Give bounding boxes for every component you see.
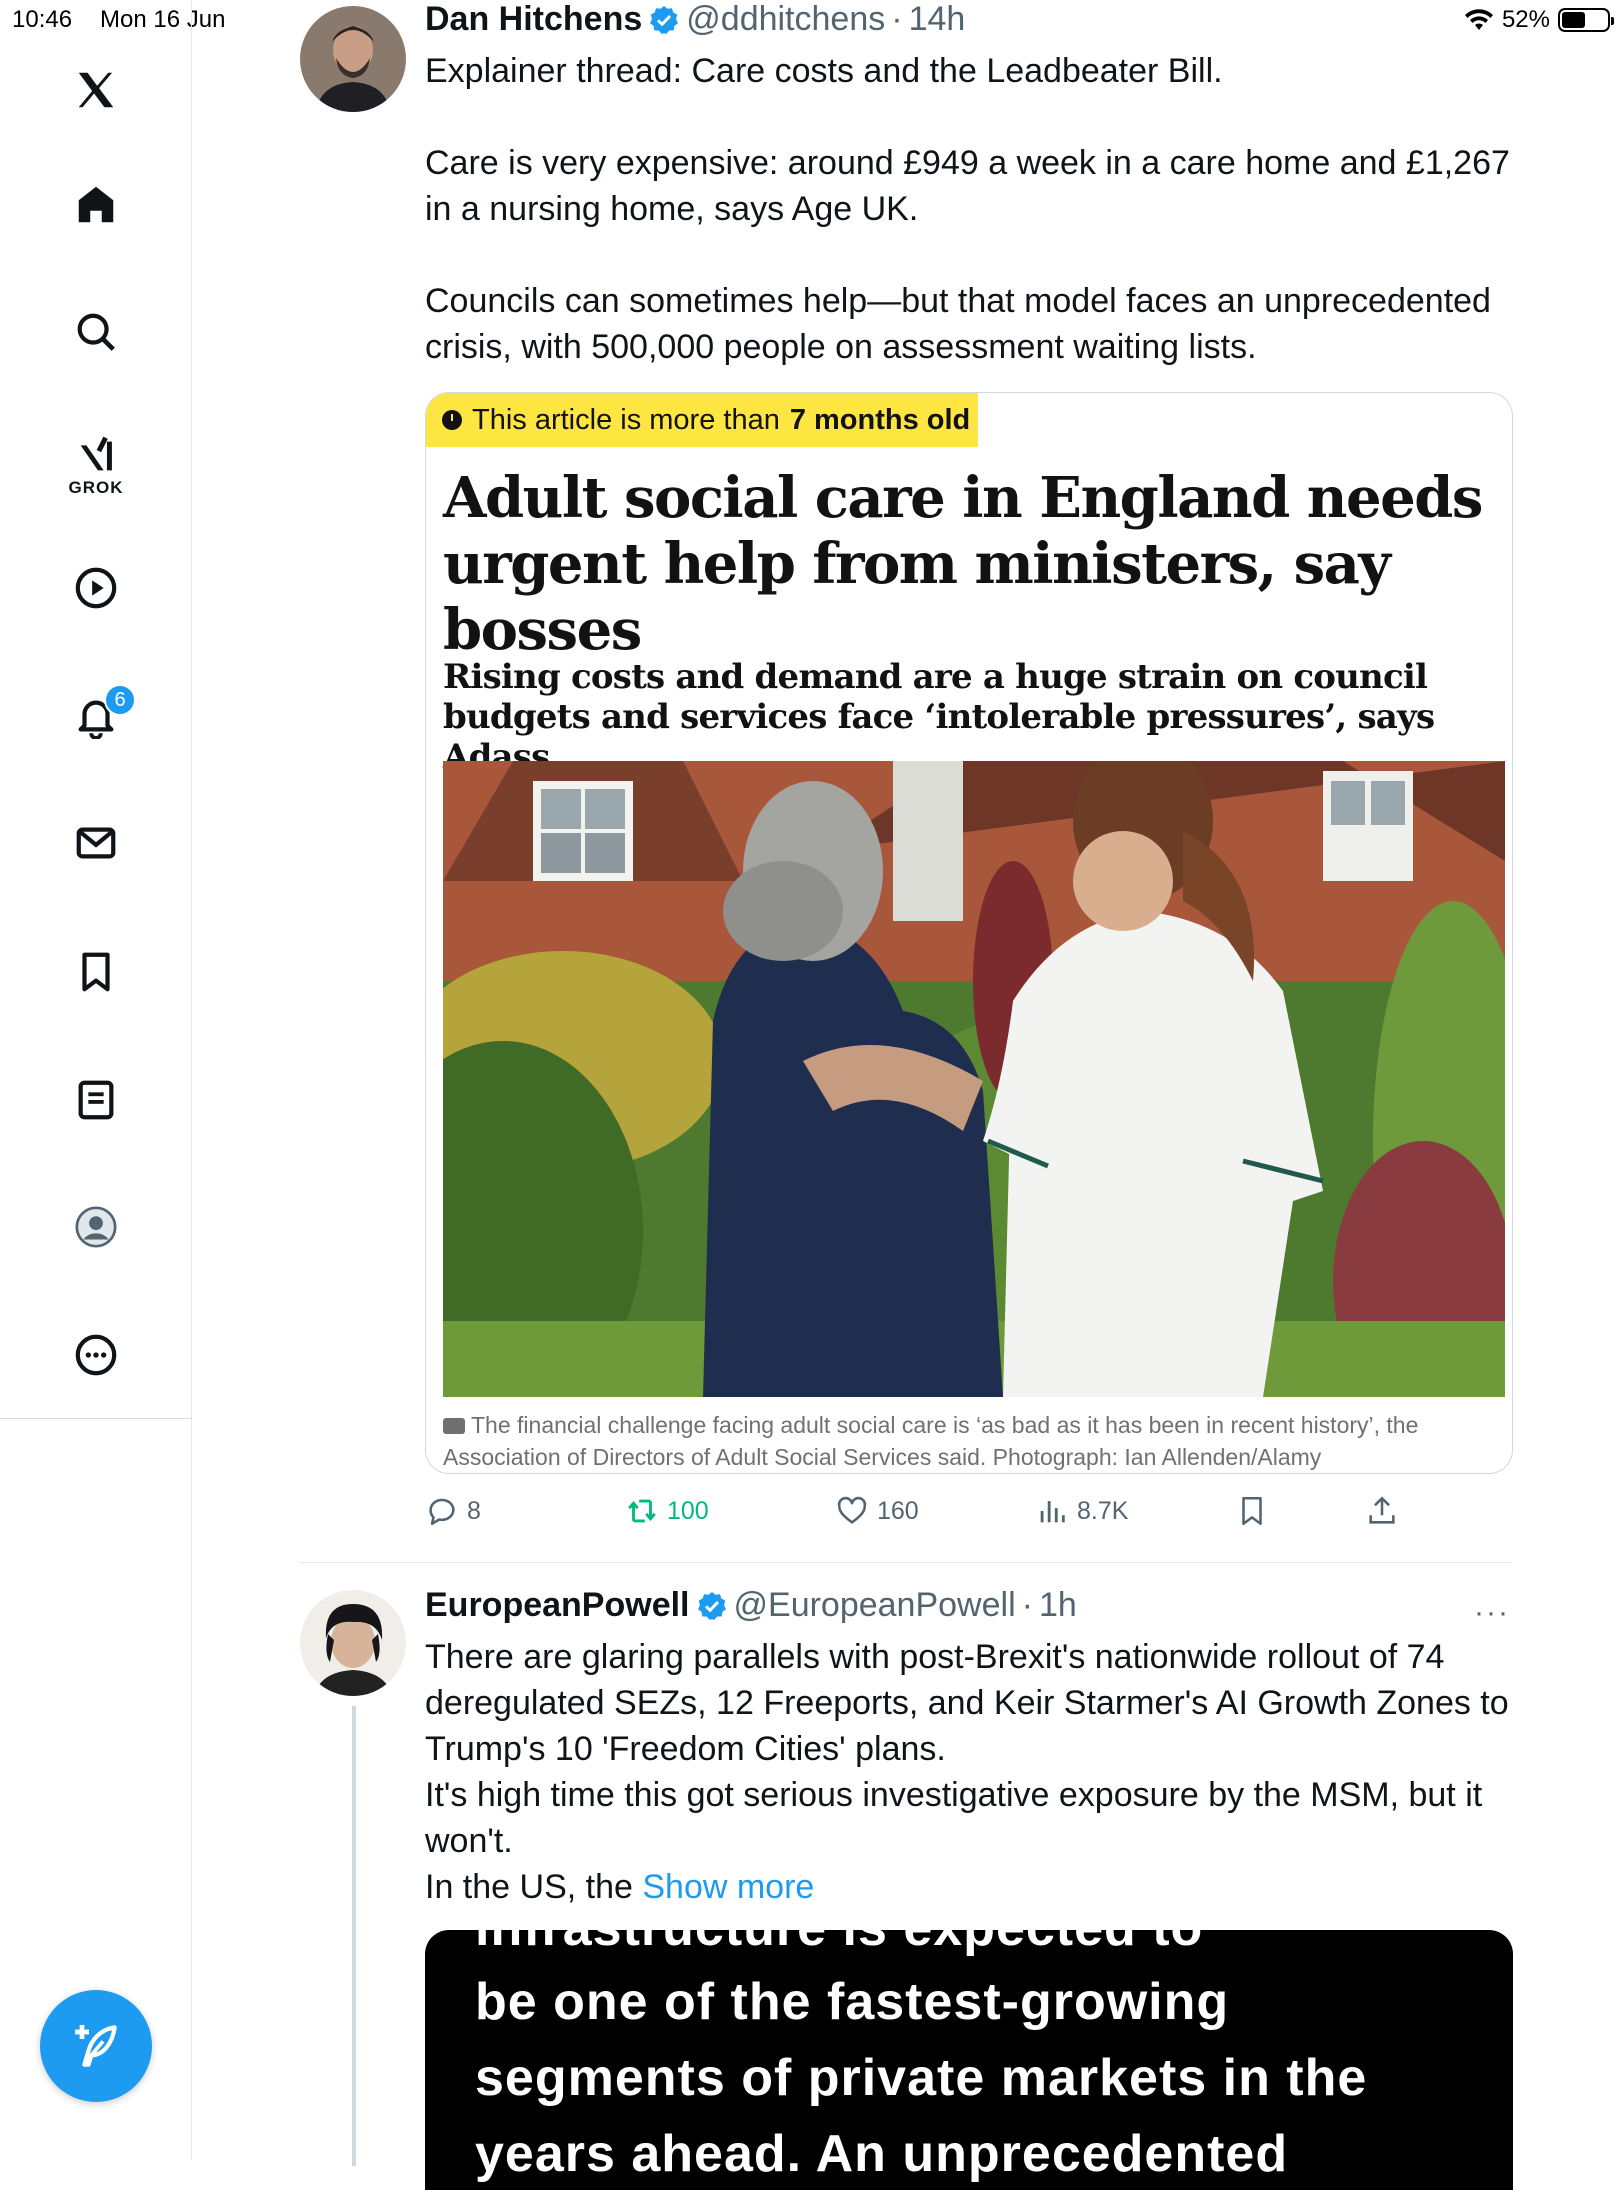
grok-label: GROK bbox=[68, 478, 124, 497]
clock-icon bbox=[442, 410, 462, 430]
article-headline: Adult social care in England needs urgen… bbox=[443, 465, 1483, 663]
author-avatar-2[interactable] bbox=[300, 1590, 406, 1696]
repost-icon bbox=[628, 1499, 656, 1523]
left-navigation: GROK 6 bbox=[0, 0, 192, 2160]
banner-age: 7 months old bbox=[789, 403, 971, 436]
compose-button[interactable] bbox=[40, 1990, 152, 2102]
battery-icon bbox=[1558, 8, 1614, 32]
camera-icon bbox=[443, 1418, 465, 1434]
like-count: 160 bbox=[877, 1496, 919, 1525]
repost-count: 100 bbox=[667, 1496, 709, 1525]
bookmark-icon bbox=[1242, 1496, 1262, 1526]
photo-caption: The financial challenge facing adult soc… bbox=[443, 1409, 1503, 1473]
verified-badge-icon bbox=[650, 5, 679, 34]
article-age-banner: This article is more than 7 months old bbox=[426, 393, 978, 447]
article-standfirst: Rising costs and demand are a huge strai… bbox=[443, 657, 1435, 777]
post-time[interactable]: 14h bbox=[909, 0, 966, 39]
caption-text: The financial challenge facing adult soc… bbox=[443, 1412, 1419, 1470]
more-circle-icon[interactable] bbox=[66, 1325, 126, 1385]
compose-icon bbox=[75, 2025, 117, 2067]
lists-icon[interactable] bbox=[66, 1070, 126, 1130]
share-button[interactable] bbox=[1365, 1494, 1399, 1528]
nav-divider bbox=[0, 1418, 192, 1419]
post-header: Dan Hitchens @ddhitchens · 14h bbox=[425, 0, 965, 39]
search-icon[interactable] bbox=[66, 302, 126, 362]
thread-line bbox=[352, 1706, 356, 2166]
status-right: 52% bbox=[1464, 6, 1614, 34]
post-separator bbox=[300, 1562, 1512, 1563]
heart-icon bbox=[837, 1496, 867, 1524]
battery-percent: 52% bbox=[1501, 6, 1550, 33]
share-icon bbox=[1369, 1496, 1395, 1524]
grok-icon[interactable] bbox=[66, 425, 126, 485]
video-icon[interactable] bbox=[66, 558, 126, 618]
author-name[interactable]: Dan Hitchens bbox=[425, 0, 642, 39]
like-button[interactable]: 160 bbox=[835, 1494, 919, 1528]
video-caption-line: be one of the fastest-growing bbox=[475, 1973, 1230, 2031]
views-count: 8.7K bbox=[1077, 1496, 1129, 1525]
repost-button[interactable]: 100 bbox=[625, 1494, 709, 1528]
views-chart-icon bbox=[1040, 1501, 1065, 1523]
post-text-2: There are glaring parallels with post-Br… bbox=[425, 1634, 1525, 1910]
bookmarks-icon[interactable] bbox=[66, 942, 126, 1002]
video-caption-line: years ahead. An unprecedented bbox=[475, 2125, 1289, 2183]
post-text: Explainer thread: Care costs and the Lea… bbox=[425, 52, 1510, 366]
banner-prefix: This article is more than bbox=[472, 403, 780, 436]
show-more-link[interactable]: Show more bbox=[642, 1868, 814, 1906]
reply-count: 8 bbox=[467, 1496, 481, 1525]
x-logo-icon[interactable] bbox=[66, 60, 126, 120]
messages-icon[interactable] bbox=[66, 813, 126, 873]
reply-icon bbox=[429, 1498, 455, 1526]
article-card[interactable]: This article is more than 7 months old A… bbox=[425, 392, 1513, 1474]
home-icon[interactable] bbox=[66, 175, 126, 235]
video-embed[interactable]: infrastructure is expected to be one of … bbox=[425, 1930, 1513, 2190]
bookmark-button[interactable] bbox=[1235, 1494, 1269, 1528]
separator-dot: · bbox=[891, 0, 903, 38]
notifications-badge: 6 bbox=[104, 684, 136, 716]
article-photo bbox=[443, 761, 1505, 1397]
more-options-icon[interactable]: ··· bbox=[1474, 1596, 1510, 1630]
author-name-2[interactable]: EuropeanPowell bbox=[425, 1586, 690, 1625]
video-caption-line: segments of private markets in the bbox=[475, 2049, 1368, 2107]
wifi-icon bbox=[1464, 9, 1493, 30]
post-header-2: EuropeanPowell @EuropeanPowell · 1h bbox=[425, 1586, 1077, 1625]
author-handle-2[interactable]: @EuropeanPowell bbox=[734, 1586, 1016, 1625]
post-text-2-body: There are glaring parallels with post-Br… bbox=[425, 1638, 1509, 1906]
author-handle[interactable]: @ddhitchens bbox=[686, 0, 885, 39]
video-caption-line: infrastructure is expected to bbox=[475, 1930, 1203, 1958]
post-actions: 8 100 160 8.7K bbox=[425, 1494, 1425, 1534]
profile-icon[interactable] bbox=[66, 1197, 126, 1257]
reply-button[interactable]: 8 bbox=[425, 1494, 481, 1528]
views-button[interactable]: 8.7K bbox=[1035, 1494, 1128, 1528]
separator-dot: · bbox=[1021, 1586, 1033, 1624]
battery-level bbox=[1562, 12, 1585, 28]
verified-badge-icon bbox=[697, 1591, 726, 1620]
author-avatar[interactable] bbox=[300, 6, 406, 112]
post-time-2[interactable]: 1h bbox=[1039, 1586, 1077, 1625]
